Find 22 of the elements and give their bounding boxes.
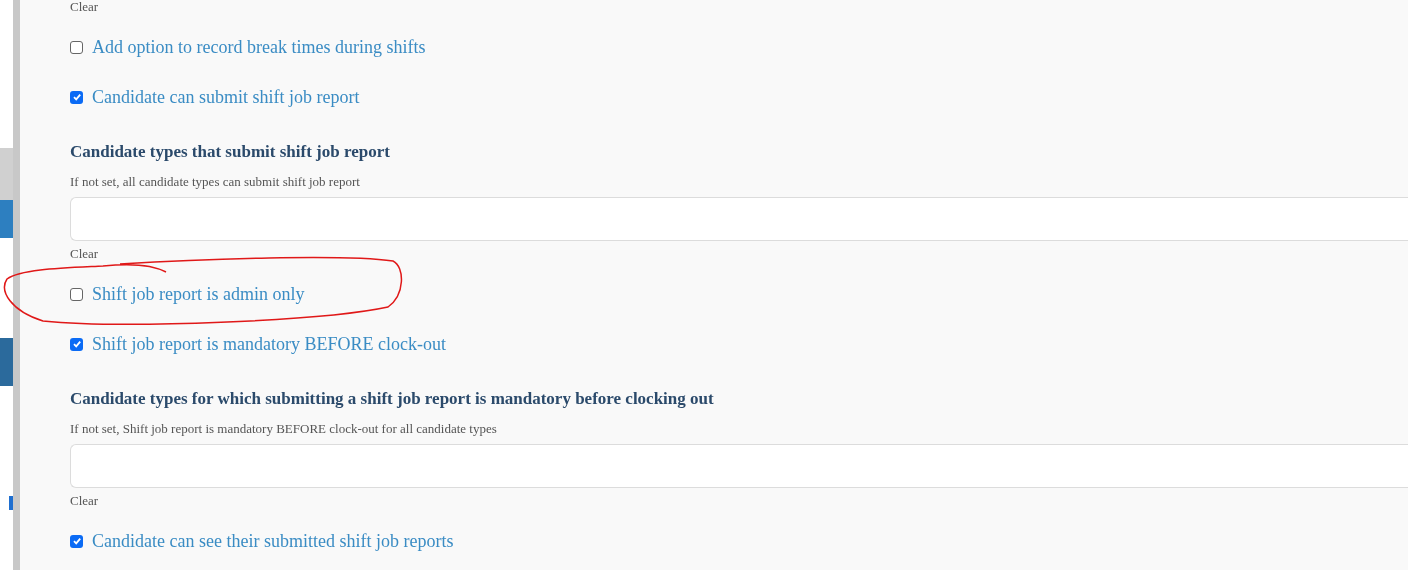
checkbox-label[interactable]: Candidate can submit shift job report [92,83,360,111]
checkbox-label[interactable]: Shift job report is admin only [92,280,305,308]
input-field[interactable] [70,444,1408,488]
check-icon [71,536,82,546]
checkbox[interactable] [70,40,83,54]
input-field[interactable] [70,197,1408,241]
checkbox[interactable] [70,337,83,351]
clear-link[interactable]: Clear [70,0,99,14]
checkbox-label[interactable]: Shift job report is mandatory BEFORE clock-out [92,330,446,358]
checkbox-label[interactable]: Add option to record break times during shifts [92,33,426,61]
clear-link[interactable]: Clear [70,247,99,261]
field-heading: Candidate types that submit shift job report [70,141,391,164]
clear-link[interactable]: Clear [70,494,99,508]
check-icon [71,339,82,349]
field-hint: If not set, all candidate types can submit shift job report [70,173,361,189]
checkbox[interactable] [70,90,83,104]
checkbox-label[interactable]: Candidate can see their submitted shift job reports [92,527,454,555]
check-icon [71,92,82,102]
field-heading: Candidate types for which submitting a shift job report is mandatory before clocking out [70,388,715,411]
checkbox[interactable] [70,287,83,301]
checkbox[interactable] [70,534,83,548]
field-hint: If not set, Shift job report is mandatory BEFORE clock-out for all candidate types [70,420,498,436]
